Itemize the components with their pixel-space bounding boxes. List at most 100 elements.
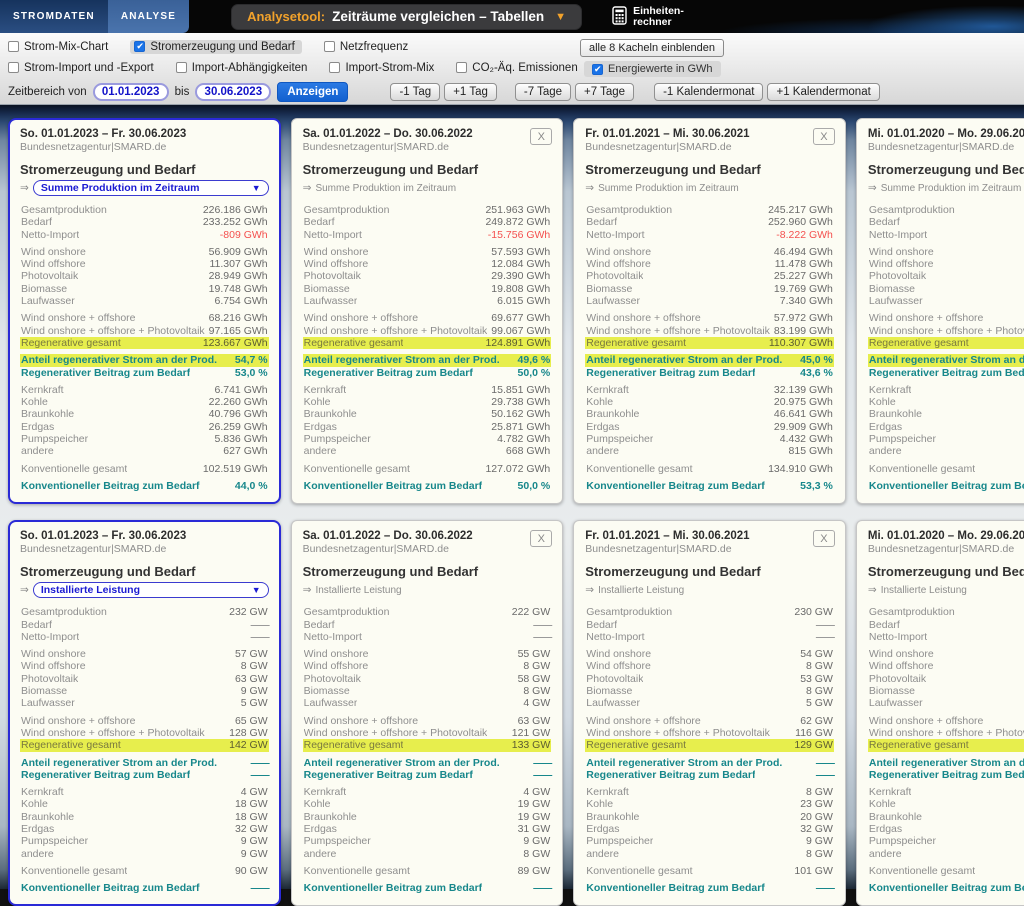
row-value: 25.871 GWh <box>491 421 550 433</box>
value-row-regenerativer-beitrag: Regenerativer Beitrag zum Bedarf—— <box>868 769 1024 781</box>
energy-unit-checkbox[interactable] <box>592 64 603 75</box>
row-value: 222 GW <box>512 606 551 618</box>
row-value: 6.741 GWh <box>215 384 268 396</box>
checkbox-import-abh-ngigkeiten[interactable]: Import-Abhängigkeiten <box>176 62 308 74</box>
analysetool-dropdown[interactable]: Analysetool: Zeiträume vergleichen – Tab… <box>231 4 582 30</box>
row-label: Photovoltaik <box>21 673 78 685</box>
card-close-button[interactable]: X <box>530 530 552 547</box>
anzeigen-button[interactable]: Anzeigen <box>277 82 348 102</box>
checkbox-co-q-emissionen[interactable]: CO₂-Äq. Emissionen <box>456 62 577 74</box>
value-row-biomasse: Biomasse19.808 GWh <box>303 283 552 295</box>
value-row-erdgas: Erdgas29.909 GWh <box>585 421 834 433</box>
card-mode-select[interactable]: Summe Produktion im Zeitraum▼ <box>33 180 269 196</box>
row-label: Braunkohle <box>304 408 357 420</box>
row-label: Braunkohle <box>586 811 639 823</box>
row-value: 83.199 GWh <box>774 325 833 337</box>
checkbox-box-strom-import-und-export[interactable] <box>8 62 19 73</box>
step-button-7-tage[interactable]: +7 Tage <box>575 83 634 101</box>
checkbox-box-netzfrequenz[interactable] <box>324 41 335 52</box>
value-row-regenerative-gesamt: Regenerative gesamt125.783 GWh <box>868 337 1024 349</box>
value-row-regenerativer-beitrag: Regenerativer Beitrag zum Bedarf—— <box>20 769 269 781</box>
value-row-wind-offshore: Wind offshore8 GW <box>585 660 834 672</box>
value-row-wind-onshore-offshore-pv: Wind onshore + offshore + Photovoltaik97… <box>20 325 269 337</box>
value-row-biomasse: Biomasse9 GW <box>20 685 269 697</box>
row-label: Wind onshore <box>869 648 934 660</box>
row-label: Konventionelle gesamt <box>869 865 975 877</box>
value-row-anteil-regenerativ: Anteil regenerativer Strom an der Prod.4… <box>303 354 552 366</box>
step-button-7-tage[interactable]: -7 Tage <box>515 83 571 101</box>
card-close-button[interactable]: X <box>813 128 835 145</box>
date-from-input[interactable] <box>93 83 169 101</box>
row-label: Biomasse <box>869 685 915 697</box>
value-row-bedarf: Bedarf—— <box>303 619 552 631</box>
row-value: 53,0 % <box>235 367 268 379</box>
value-row-anteil-regenerativ: Anteil regenerativer Strom an der Prod.—… <box>303 757 552 769</box>
row-value: 45,0 % <box>800 354 833 366</box>
tab-analyse[interactable]: ANALYSE <box>108 0 189 33</box>
step-button-1-kalendermonat[interactable]: -1 Kalendermonat <box>654 83 763 101</box>
value-row-wind-offshore: Wind offshore8 GW <box>868 660 1024 672</box>
value-row-wind-onshore: Wind onshore55 GW <box>303 648 552 660</box>
comparison-card-5: So. 01.01.2023 – Fr. 30.06.2023Bundesnet… <box>8 520 281 906</box>
value-row-andere: andere8 GW <box>585 848 834 860</box>
energy-unit-toggle[interactable]: Energiewerte in GWh <box>584 61 721 77</box>
row-label: Wind onshore + offshore <box>869 312 984 324</box>
card-date-range: Mi. 01.01.2020 – Mo. 29.06.2020 <box>868 530 1024 542</box>
row-value: —— <box>251 619 268 631</box>
row-label: Konventioneller Beitrag zum Bedarf <box>21 882 200 894</box>
value-row-braunkohle: Braunkohle50.162 GWh <box>303 408 552 420</box>
value-row-braunkohle: Braunkohle18 GW <box>20 811 269 823</box>
row-label: Kernkraft <box>586 384 629 396</box>
row-label: Regenerativer Beitrag zum Bedarf <box>869 367 1024 379</box>
row-label: Wind offshore <box>586 660 651 672</box>
time-range-von-label: Zeitbereich von <box>8 86 87 98</box>
checkbox-netzfrequenz[interactable]: Netzfrequenz <box>324 41 408 53</box>
row-value: 69.677 GWh <box>491 312 550 324</box>
value-row-konventionelle-gesamt: Konventionelle gesamt89 GW <box>303 865 552 877</box>
value-row-wind-offshore: Wind offshore11.307 GWh <box>20 258 269 270</box>
row-label: Laufwasser <box>869 697 923 709</box>
card-close-button[interactable]: X <box>530 128 552 145</box>
value-row-regenerativer-beitrag: Regenerativer Beitrag zum Bedarf53,0 % <box>20 367 269 379</box>
card-values-table: Gesamtproduktion222 GWBedarf——Netto-Impo… <box>303 606 552 894</box>
step-button-1-kalendermonat[interactable]: +1 Kalendermonat <box>767 83 879 101</box>
card-close-button[interactable]: X <box>813 530 835 547</box>
checkbox-stromerzeugung-und-bedarf[interactable]: Stromerzeugung und Bedarf <box>130 40 301 54</box>
checkbox-box-strom-mix-chart[interactable] <box>8 41 19 52</box>
value-row-erdgas: Erdgas26.587 GWh <box>868 421 1024 433</box>
step-button-1-tag[interactable]: +1 Tag <box>444 83 497 101</box>
value-row-wind-onshore: Wind onshore54 GW <box>585 648 834 660</box>
einheitenrechner-button[interactable]: Einheiten-rechner <box>612 6 684 28</box>
checkbox-box-stromerzeugung-und-bedarf[interactable] <box>134 41 145 52</box>
mode-arrow-icon: ⇒ <box>303 584 312 596</box>
value-row-bedarf: Bedarf249.872 GWh <box>303 216 552 228</box>
date-to-input[interactable] <box>195 83 271 101</box>
checkbox-box-import-strom-mix[interactable] <box>329 62 340 73</box>
row-value: 22.260 GWh <box>209 396 268 408</box>
checkbox-strom-import-und-export[interactable]: Strom-Import und -Export <box>8 62 154 74</box>
row-value: 56.909 GWh <box>209 246 268 258</box>
row-label: Regenerativer Beitrag zum Bedarf <box>304 769 473 781</box>
row-value: 31 GW <box>518 823 551 835</box>
tab-stromdaten[interactable]: STROMDATEN <box>0 0 108 33</box>
checkbox-box-co-q-emissionen[interactable] <box>456 62 467 73</box>
row-label: Konventionelle gesamt <box>586 463 692 475</box>
card-mode-select[interactable]: Installierte Leistung▼ <box>33 582 269 598</box>
checkbox-label-netzfrequenz: Netzfrequenz <box>340 41 408 53</box>
row-value: -809 GWh <box>220 229 268 241</box>
checkbox-strom-mix-chart[interactable]: Strom-Mix-Chart <box>8 41 108 53</box>
checkbox-import-strom-mix[interactable]: Import-Strom-Mix <box>329 62 434 74</box>
row-label: Gesamtproduktion <box>21 606 107 618</box>
step-button-1-tag[interactable]: -1 Tag <box>390 83 440 101</box>
date-step-buttons: -1 Tag+1 Tag -7 Tage+7 Tage -1 Kalendermon… <box>354 83 879 101</box>
row-value: —— <box>816 619 833 631</box>
show-all-tiles-button[interactable]: alle 8 Kacheln einblenden <box>580 39 724 57</box>
value-row-erdgas: Erdgas32 GW <box>20 823 269 835</box>
value-row-wind-onshore-offshore: Wind onshore + offshore68.216 GWh <box>20 312 269 324</box>
row-value: —— <box>533 619 550 631</box>
row-label: Bedarf <box>21 619 52 631</box>
card-values-table: Gesamtproduktion223 GWBedarf——Netto-Impo… <box>868 606 1024 894</box>
checkbox-box-import-abh-ngigkeiten[interactable] <box>176 62 187 73</box>
row-value: 62 GW <box>800 715 833 727</box>
value-row-regenerativer-beitrag: Regenerativer Beitrag zum Bedarf—— <box>585 769 834 781</box>
